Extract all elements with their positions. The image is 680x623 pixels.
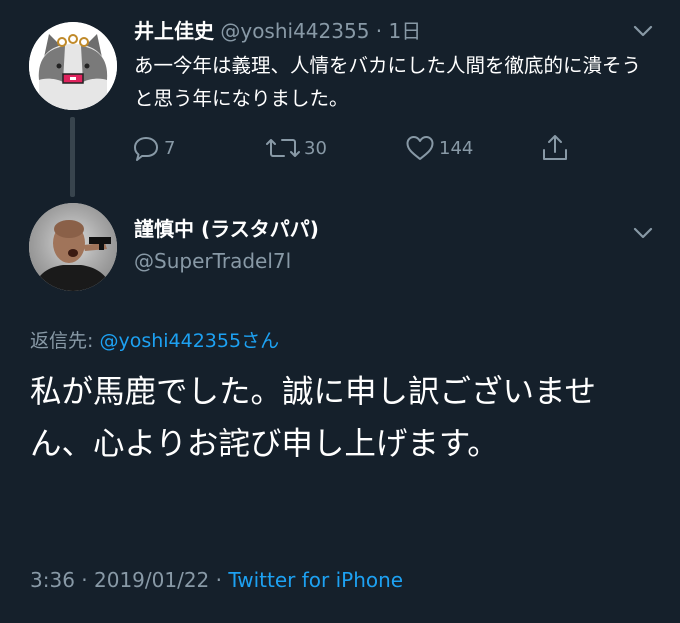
reply-count: 7: [164, 137, 176, 159]
main-author-handle[interactable]: @SuperTradel7l: [134, 247, 291, 275]
parent-tweet-time[interactable]: 1日: [389, 19, 422, 43]
meta-separator-2: ·: [215, 568, 222, 592]
reply-to-label: 返信先:: [30, 330, 100, 352]
main-author-avatar[interactable]: [29, 203, 117, 291]
reply-button[interactable]: 7: [132, 131, 175, 165]
header-separator: ·: [375, 19, 383, 43]
reply-to-suffix: さん: [241, 330, 280, 352]
main-tweet-menu-chevron-down-icon[interactable]: [632, 222, 654, 244]
parent-author-name[interactable]: 井上佳史: [134, 19, 214, 43]
reply-to-line: 返信先: @yoshi442355さん: [30, 327, 279, 355]
heart-icon: [406, 136, 434, 160]
share-button[interactable]: [540, 131, 574, 165]
thread-connector-line: [70, 117, 75, 197]
like-button[interactable]: 144: [405, 131, 473, 165]
person-avatar-icon: [29, 203, 117, 291]
cat-avatar-icon: [29, 22, 117, 110]
main-tweet-text: 私が馬鹿でした。誠に申し訳ございません、心よりお詫び申し上げます。: [30, 374, 597, 462]
reply-to-handle-link[interactable]: @yoshi442355: [99, 330, 241, 352]
parent-tweet-header: 井上佳史 @yoshi442355 · 1日: [134, 16, 421, 46]
share-icon: [543, 135, 567, 160]
reply-icon: [134, 137, 158, 161]
like-count: 144: [439, 137, 474, 159]
parent-tweet-menu-chevron-down-icon[interactable]: [632, 20, 654, 42]
tweet-source-link[interactable]: Twitter for iPhone: [228, 568, 403, 592]
parent-author-avatar[interactable]: [29, 22, 117, 110]
retweet-count: 30: [304, 137, 327, 159]
tweet-time: 3:36: [30, 568, 75, 592]
retweet-button[interactable]: 30: [266, 131, 327, 165]
main-author-name[interactable]: 謹慎中 (ラスタパパ): [134, 215, 319, 243]
tweet-meta-line: 3:36 · 2019/01/22 · Twitter for iPhone: [30, 566, 403, 594]
parent-tweet-text: あ一今年は義理、人情をバカにした人間を徹底的に潰そうと思う年になりました。: [134, 54, 642, 110]
retweet-icon: [266, 139, 300, 157]
tweet-date: 2019/01/22: [94, 568, 210, 592]
meta-separator: ·: [81, 568, 88, 592]
parent-author-handle[interactable]: @yoshi442355: [220, 19, 369, 43]
